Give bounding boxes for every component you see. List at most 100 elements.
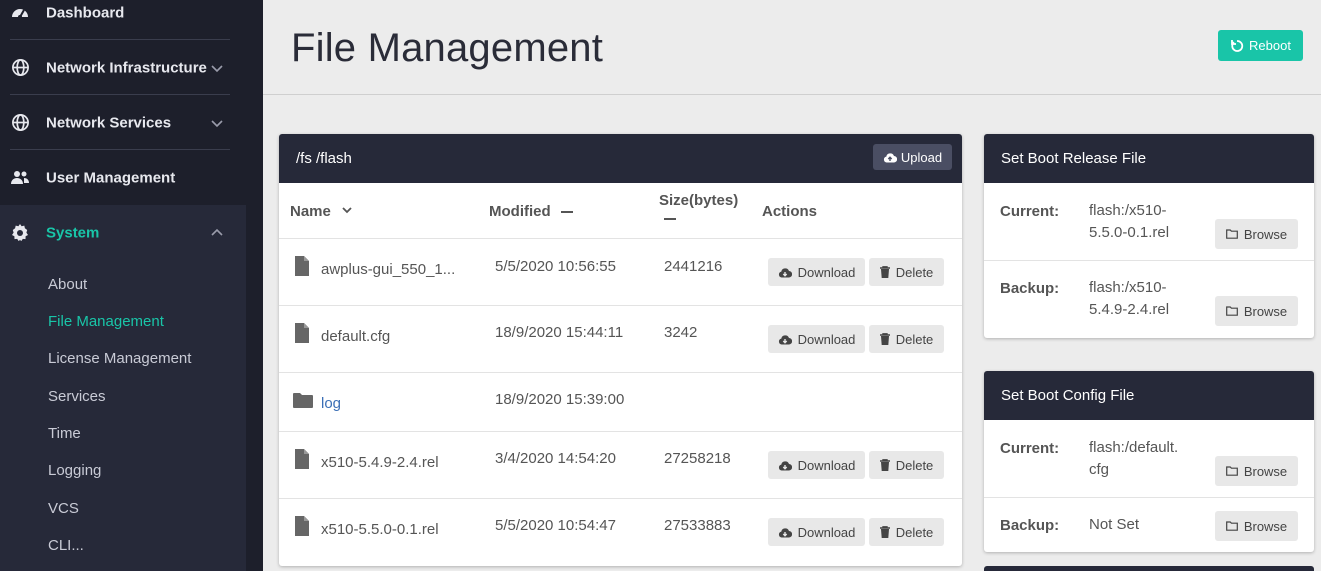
browse-label: Browse — [1243, 226, 1288, 242]
column-label: Name — [290, 203, 331, 220]
download-button[interactable]: Download — [768, 325, 865, 353]
submenu-item-time[interactable]: Time — [48, 425, 81, 442]
submenu-item-services[interactable]: Services — [48, 388, 106, 405]
sidebar-item-label: Network Infrastructure — [46, 59, 207, 76]
sidebar-item-network-infrastructure[interactable]: Network Infrastructure — [0, 40, 246, 95]
column-header-name[interactable]: Name — [290, 203, 353, 220]
file-modified: 18/9/2020 15:44:11 — [495, 324, 624, 341]
current-label: Current: — [1000, 440, 1060, 457]
cloud-upload-icon — [883, 152, 897, 163]
divider — [279, 431, 962, 432]
file-size: 2441216 — [664, 258, 723, 275]
download-label: Download — [797, 264, 856, 280]
folder-icon — [1225, 466, 1238, 476]
folder-icon — [293, 393, 313, 408]
file-modified: 3/4/2020 14:54:20 — [495, 450, 616, 467]
file-name[interactable]: x510-5.4.9-2.4.rel — [321, 454, 439, 471]
divider — [984, 260, 1314, 261]
panel-header: Set Boot Release File — [984, 134, 1314, 183]
upload-button[interactable]: Upload — [873, 144, 952, 170]
folder-icon — [1225, 521, 1238, 531]
chevron-down-icon — [342, 207, 352, 214]
divider — [279, 238, 962, 239]
chevron-down-icon — [211, 119, 223, 127]
cloud-download-icon — [778, 267, 792, 278]
globe-icon — [10, 113, 30, 133]
sidebar-item-label: System — [46, 224, 100, 241]
delete-button[interactable]: Delete — [869, 325, 944, 353]
submenu-item-license-management[interactable]: License Management — [48, 350, 191, 367]
page-title: File Management — [291, 26, 604, 70]
browse-backup-release-button[interactable]: Browse — [1215, 296, 1298, 326]
file-modified: 5/5/2020 10:56:55 — [495, 258, 616, 275]
submenu-item-vcs[interactable]: VCS — [48, 500, 79, 517]
refresh-icon — [1231, 39, 1244, 52]
backup-label: Backup: — [1000, 280, 1060, 297]
sort-dash-icon — [664, 218, 676, 221]
trash-icon — [879, 459, 890, 471]
current-path: /fs /flash — [296, 150, 352, 167]
boot-release-panel: Set Boot Release File Current: flash:/x5… — [984, 134, 1314, 338]
file-modified: 5/5/2020 10:54:47 — [495, 517, 616, 534]
current-config-value: flash:/default.cfg — [1089, 439, 1179, 478]
delete-button[interactable]: Delete — [869, 518, 944, 546]
sidebar-item-user-management[interactable]: User Management — [0, 150, 246, 205]
system-submenu: About File Management License Management… — [0, 260, 246, 571]
column-header-modified[interactable]: Modified — [489, 203, 573, 220]
browse-current-config-button[interactable]: Browse — [1215, 456, 1298, 486]
cloud-download-icon — [778, 460, 792, 471]
delete-button[interactable]: Delete — [869, 258, 944, 286]
download-button[interactable]: Download — [768, 451, 865, 479]
file-modified: 18/9/2020 15:39:00 — [495, 391, 625, 408]
submenu-item-logging[interactable]: Logging — [48, 462, 101, 479]
trash-icon — [879, 333, 890, 345]
divider — [279, 305, 962, 306]
next-panel-header — [984, 566, 1314, 571]
delete-label: Delete — [895, 331, 934, 347]
reboot-button[interactable]: Reboot — [1218, 30, 1303, 61]
submenu-item-about[interactable]: About — [48, 276, 87, 293]
file-browser-panel: /fs /flash Upload Name Modified Size(byt… — [279, 134, 962, 566]
chevron-down-icon — [211, 64, 223, 72]
browse-label: Browse — [1243, 463, 1288, 479]
trash-icon — [879, 526, 890, 538]
boot-config-panel: Set Boot Config File Current: flash:/def… — [984, 371, 1314, 552]
panel-title: Set Boot Release File — [1001, 150, 1147, 167]
backup-config-value: Not Set — [1089, 516, 1140, 533]
delete-button[interactable]: Delete — [869, 451, 944, 479]
sort-dash-icon — [560, 211, 573, 214]
download-button[interactable]: Download — [768, 518, 865, 546]
panel-header: Set Boot Config File — [984, 371, 1314, 420]
sidebar-item-label: User Management — [46, 169, 176, 186]
column-header-size[interactable]: Size(bytes) — [659, 192, 738, 228]
download-label: Download — [797, 457, 856, 473]
divider — [984, 497, 1314, 498]
sidebar: Dashboard Network Infrastructure Network… — [0, 0, 263, 571]
browse-backup-config-button[interactable]: Browse — [1215, 511, 1298, 541]
cloud-download-icon — [778, 334, 792, 345]
file-name[interactable]: default.cfg — [321, 328, 390, 345]
submenu-item-file-management[interactable]: File Management — [48, 313, 164, 330]
column-header-actions: Actions — [762, 203, 818, 220]
file-name[interactable]: awplus-gui_550_1... — [321, 261, 455, 278]
speedometer-icon — [10, 3, 30, 23]
browse-current-release-button[interactable]: Browse — [1215, 219, 1298, 249]
file-icon — [295, 323, 309, 343]
delete-label: Delete — [895, 264, 934, 280]
file-name[interactable]: x510-5.5.0-0.1.rel — [321, 521, 439, 538]
sidebar-item-system[interactable]: System — [0, 205, 246, 260]
sidebar-item-dashboard[interactable]: Dashboard — [0, 0, 246, 40]
delete-label: Delete — [895, 457, 934, 473]
download-label: Download — [797, 524, 856, 540]
globe-icon — [10, 58, 30, 78]
backup-label: Backup: — [1000, 517, 1060, 534]
folder-name[interactable]: log — [321, 395, 341, 412]
submenu-item-cli[interactable]: CLI... — [48, 537, 84, 554]
folder-icon — [1225, 306, 1238, 316]
upload-label: Upload — [900, 149, 943, 165]
sidebar-item-label: Network Services — [46, 114, 172, 131]
sidebar-item-network-services[interactable]: Network Services — [0, 95, 246, 150]
reboot-label: Reboot — [1249, 38, 1291, 53]
download-button[interactable]: Download — [768, 258, 865, 286]
browse-label: Browse — [1243, 303, 1288, 319]
